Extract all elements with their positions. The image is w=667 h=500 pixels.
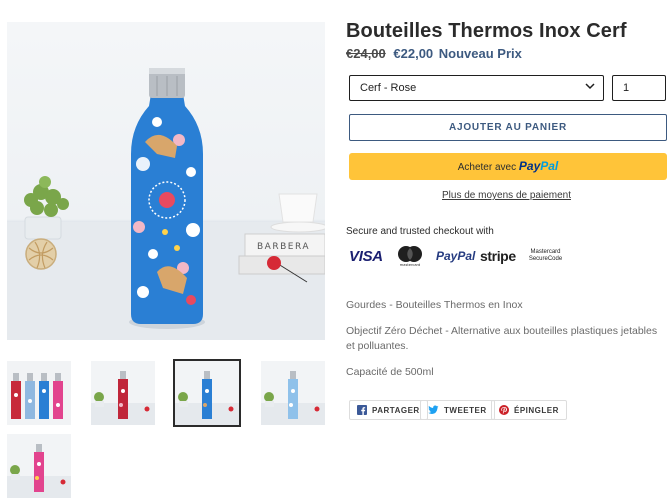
mastercard-icon: mastercard	[397, 243, 425, 269]
blue-deer-thermos-bottle-photo: BARBERA	[7, 68, 325, 340]
facebook-icon	[357, 405, 367, 415]
sale-price-label: Nouveau Prix	[438, 46, 522, 61]
thumbnail-four-bottles[interactable]	[7, 361, 71, 425]
variant-select[interactable]: Cerf - Rose	[349, 75, 604, 101]
mastercard-securecode-line2: SecureCode	[528, 256, 563, 262]
share-facebook-button[interactable]: PARTAGER	[349, 400, 428, 420]
pink-bottle-photo	[7, 434, 71, 498]
paypal-checkout-button[interactable]: Acheter avec PayPal	[349, 153, 667, 180]
mastercard-securecode-icon: Mastercard SecureCode	[523, 243, 568, 269]
description-line-2: Objectif Zéro Déchet - Alternative aux b…	[346, 325, 658, 352]
book-spine-text: BARBERA	[257, 242, 310, 252]
four-bottles-photo	[7, 361, 71, 425]
paypal-logo-pay: Pay	[518, 159, 541, 173]
quantity-input[interactable]: 1	[612, 75, 666, 101]
variant-select-value: Cerf - Rose	[360, 82, 417, 94]
thumbnail-pink-bottle[interactable]	[7, 434, 71, 498]
payment-badges: VISA mastercard PayPal stripe Mastercard…	[349, 243, 589, 269]
description-line-1: Gourdes - Bouteilles Thermos en Inox	[346, 299, 523, 311]
thumbnail-blue-deer-bottle[interactable]	[173, 359, 241, 427]
paypal-icon: PayPal	[436, 249, 476, 263]
paypal-logo-pal: Pal	[540, 159, 559, 173]
share-facebook-label: PARTAGER	[372, 405, 420, 415]
sale-price: €22,00	[393, 46, 434, 61]
light-blue-bottle-photo	[261, 361, 325, 425]
product-title: Bouteilles Thermos Inox Cerf	[346, 20, 627, 42]
stripe-icon: stripe	[480, 248, 516, 264]
thumbnail-red-bottle[interactable]	[91, 361, 155, 425]
description-line-3: Capacité de 500ml	[346, 366, 434, 378]
pinterest-icon	[499, 405, 509, 415]
chevron-down-icon	[585, 81, 595, 94]
share-pinterest-label: ÉPINGLER	[514, 405, 559, 415]
paypal-button-prefix: Acheter avec	[457, 162, 517, 173]
old-price: €24,00	[346, 46, 386, 61]
twitter-icon	[428, 405, 439, 415]
main-product-image[interactable]: BARBERA	[7, 22, 325, 340]
svg-text:mastercard: mastercard	[400, 263, 420, 267]
share-twitter-button[interactable]: TWEETER	[420, 400, 495, 420]
add-to-cart-button[interactable]: AJOUTER AU PANIER	[349, 114, 667, 141]
more-payment-options-link[interactable]: Plus de moyens de paiement	[346, 190, 667, 201]
thumbnail-light-blue-bottle[interactable]	[261, 361, 325, 425]
share-pinterest-button[interactable]: ÉPINGLER	[491, 400, 567, 420]
red-bottle-photo	[91, 361, 155, 425]
share-twitter-label: TWEETER	[444, 405, 487, 415]
visa-icon: VISA	[349, 247, 383, 265]
blue-deer-bottle-photo	[175, 361, 239, 425]
price-block: €24,00 €22,00 Nouveau Prix	[346, 46, 522, 61]
mastercard-securecode-line1: Mastercard	[530, 249, 561, 255]
secure-checkout-text: Secure and trusted checkout with	[346, 226, 494, 237]
